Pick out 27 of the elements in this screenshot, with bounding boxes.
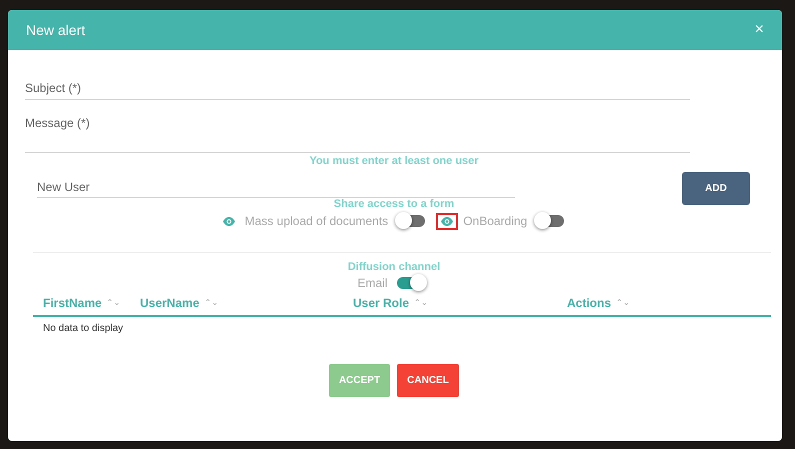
dialog-title: New alert xyxy=(26,22,86,38)
new-user-field[interactable]: New User xyxy=(37,169,515,198)
error-message: You must enter at least one user xyxy=(308,155,480,169)
column-header[interactable]: User Role xyxy=(353,296,410,310)
sort-icon[interactable]: ⌃⌄ xyxy=(204,299,218,307)
column-header[interactable]: UserName xyxy=(140,296,200,310)
cancel-button[interactable]: CANCEL xyxy=(397,364,459,397)
close-button[interactable]: × xyxy=(754,22,764,38)
accept-button[interactable]: ACCEPT xyxy=(329,364,390,397)
empty-message: No data to display xyxy=(43,323,124,334)
add-button[interactable]: ADD xyxy=(682,172,750,205)
column-header[interactable]: FirstName xyxy=(43,296,102,310)
text-field[interactable]: Message (*) xyxy=(25,100,690,153)
toggle-switch[interactable] xyxy=(397,215,426,227)
section-title: Diffusion channel xyxy=(346,261,442,275)
sort-icon[interactable]: ⌃⌄ xyxy=(616,299,630,307)
eye-icon[interactable] xyxy=(436,212,458,230)
toggle-switch[interactable] xyxy=(536,215,564,227)
sort-icon[interactable]: ⌃⌄ xyxy=(106,299,121,307)
text-field[interactable]: Subject (*) xyxy=(25,50,690,100)
section-title: Share access to a form xyxy=(332,198,456,212)
toggle-label: Mass upload of documents xyxy=(244,214,388,228)
toggle-switch[interactable] xyxy=(396,277,424,289)
sort-icon[interactable]: ⌃⌄ xyxy=(414,299,428,307)
column-header[interactable]: Actions xyxy=(567,296,612,310)
toggle-label: OnBoarding xyxy=(463,214,528,228)
toggle-label: Email xyxy=(357,276,388,290)
